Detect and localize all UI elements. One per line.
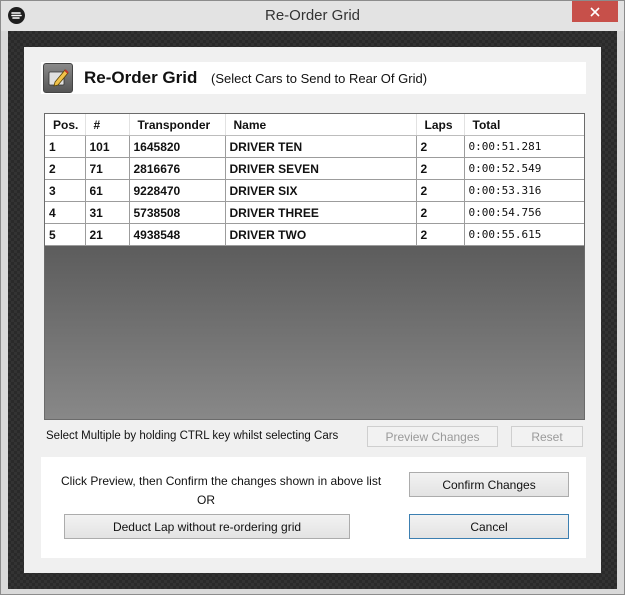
table-row[interactable]: 4 31 5738508 DRIVER THREE 2 0:00:54.756 [45,201,584,224]
page-subtitle: (Select Cars to Send to Rear Of Grid) [211,71,428,86]
close-button[interactable] [572,1,618,22]
instruction-text: Click Preview, then Confirm the changes … [61,474,382,488]
column-header-number[interactable]: # [85,114,130,136]
cell-name: DRIVER TWO [225,223,417,246]
deduct-lap-button[interactable]: Deduct Lap without re-ordering grid [64,514,350,539]
carbon-fibre-frame: Re-Order Grid (Select Cars to Send to Re… [8,31,617,589]
cell-total: 0:00:54.756 [464,201,584,224]
results-grid[interactable]: Pos. # Transponder Name Laps Total 1 101 [44,113,585,420]
column-header-name[interactable]: Name [225,114,417,136]
cell-name: DRIVER THREE [225,201,417,224]
table-row[interactable]: 3 61 9228470 DRIVER SIX 2 0:00:53.316 [45,179,584,202]
title-bar[interactable]: Re-Order Grid [1,1,624,31]
cell-transponder: 1645820 [129,135,226,158]
page-title: Re-Order Grid [84,68,198,87]
multi-select-hint: Select Multiple by holding CTRL key whil… [46,430,339,442]
column-header-pos[interactable]: Pos. [45,114,86,136]
cell-name: DRIVER SEVEN [225,157,417,180]
reset-button[interactable]: Reset [511,426,583,447]
cell-pos: 5 [45,223,86,246]
confirm-changes-button[interactable]: Confirm Changes [409,472,569,497]
cell-name: DRIVER SIX [225,179,417,202]
cell-pos: 1 [45,135,86,158]
cell-pos: 2 [45,157,86,180]
cell-total: 0:00:51.281 [464,135,584,158]
cell-number: 71 [85,157,130,180]
cell-laps: 2 [416,223,465,246]
cell-transponder: 9228470 [129,179,226,202]
cell-laps: 2 [416,179,465,202]
or-text: OR [197,493,215,507]
content-panel: Re-Order Grid (Select Cars to Send to Re… [24,47,601,573]
cell-number: 61 [85,179,130,202]
cell-total: 0:00:53.316 [464,179,584,202]
column-header-transponder[interactable]: Transponder [129,114,226,136]
table-row[interactable]: 5 21 4938548 DRIVER TWO 2 0:00:55.615 [45,223,584,246]
cell-laps: 2 [416,157,465,180]
column-header-total[interactable]: Total [464,114,584,136]
cell-total: 0:00:55.615 [464,223,584,246]
cell-total: 0:00:52.549 [464,157,584,180]
preview-changes-button[interactable]: Preview Changes [367,426,498,447]
cell-pos: 4 [45,201,86,224]
cell-laps: 2 [416,201,465,224]
table-row[interactable]: 2 71 2816676 DRIVER SEVEN 2 0:00:52.549 [45,157,584,180]
cell-transponder: 2816676 [129,157,226,180]
cell-transponder: 5738508 [129,201,226,224]
window-title: Re-Order Grid [264,7,361,24]
cell-number: 101 [85,135,130,158]
cell-pos: 3 [45,179,86,202]
cell-number: 31 [85,201,130,224]
grid-header-row: Pos. # Transponder Name Laps Total [45,114,584,136]
cell-name: DRIVER TEN [225,135,417,158]
column-header-laps[interactable]: Laps [416,114,465,136]
cell-laps: 2 [416,135,465,158]
action-panel: Click Preview, then Confirm the changes … [41,457,586,558]
close-icon [590,6,600,17]
cell-transponder: 4938548 [129,223,226,246]
cancel-button[interactable]: Cancel [409,514,569,539]
reorder-grid-window: Re-Order Grid Re-Order Grid (Select Cars… [0,0,625,595]
edit-icon [43,63,73,93]
table-row[interactable]: 1 101 1645820 DRIVER TEN 2 0:00:51.281 [45,135,584,158]
cell-number: 21 [85,223,130,246]
header-bar: Re-Order Grid (Select Cars to Send to Re… [41,62,586,94]
